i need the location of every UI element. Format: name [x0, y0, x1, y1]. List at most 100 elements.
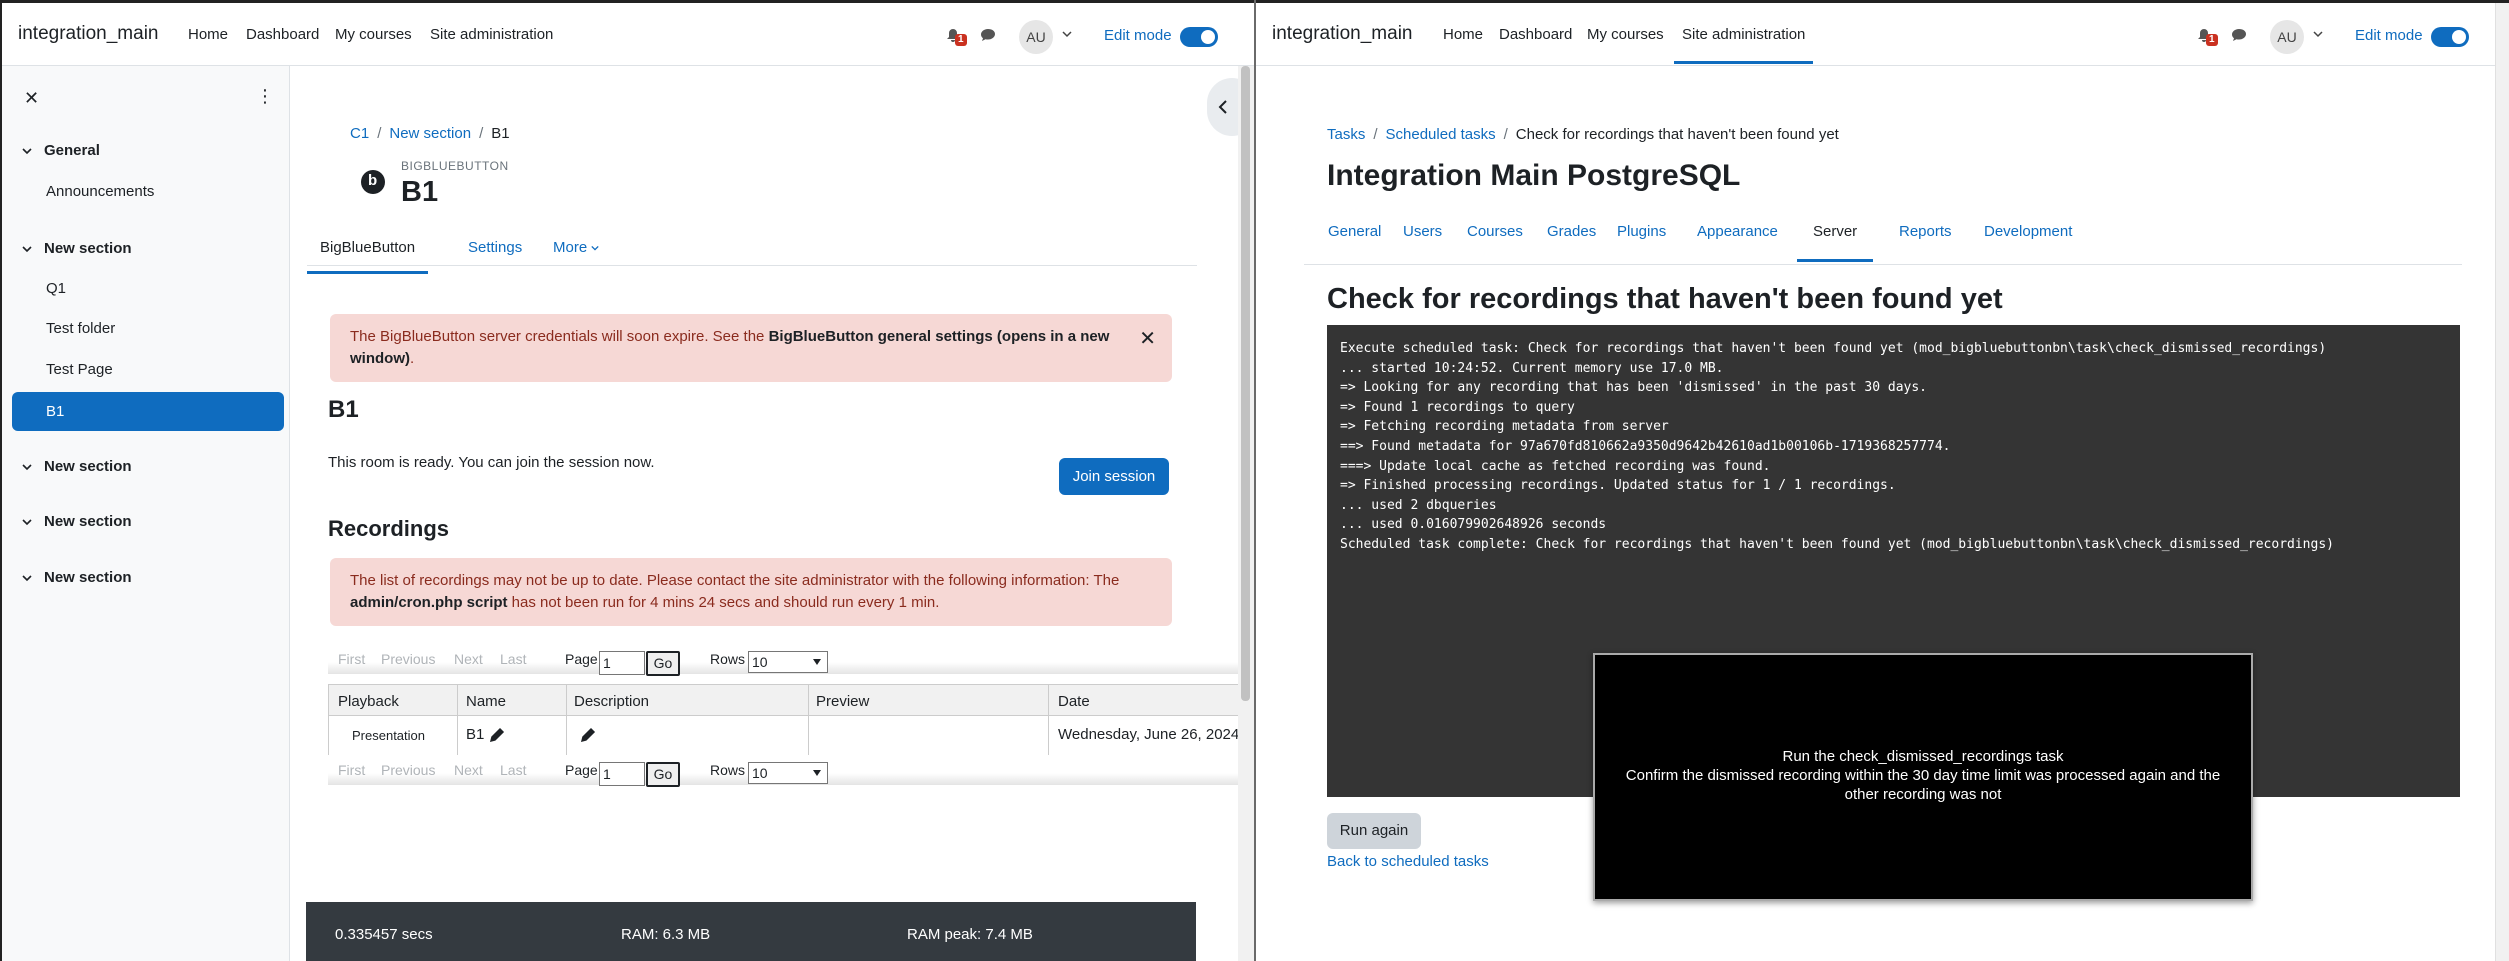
tab-bigbluebutton[interactable]: BigBlueButton	[307, 239, 429, 274]
pager-previous[interactable]: Previous	[381, 651, 435, 667]
tab-development[interactable]: Development	[1984, 223, 2072, 240]
close-drawer-icon[interactable]: ✕	[24, 88, 39, 109]
course-item-announcements[interactable]: Announcements	[46, 183, 154, 200]
go-button[interactable]: Go	[646, 762, 680, 787]
user-avatar[interactable]: AU	[1019, 20, 1053, 54]
footer-ram: RAM: 6.3 MB	[621, 926, 711, 943]
section-title: New section	[44, 569, 132, 586]
course-section-new-4[interactable]: New section	[22, 569, 132, 586]
breadcrumb-scheduled-tasks[interactable]: Scheduled tasks	[1386, 126, 1496, 143]
tab-users[interactable]: Users	[1403, 223, 1442, 240]
rows-per-page-select[interactable]: 10	[748, 762, 828, 784]
top-navbar: integration_main Home Dashboard My cours…	[1256, 3, 2509, 66]
breadcrumb-current: Check for recordings that haven't been f…	[1515, 126, 1839, 143]
messages-icon[interactable]	[980, 28, 996, 42]
nav-site-administration[interactable]: Site administration	[1674, 26, 1814, 64]
breadcrumb-new-section[interactable]: New section	[389, 125, 471, 142]
page-number-input[interactable]: 1	[599, 651, 645, 675]
site-brand[interactable]: integration_main	[18, 23, 158, 45]
tab-server[interactable]: Server	[1797, 223, 1874, 262]
edit-mode-label: Edit mode	[2355, 27, 2423, 44]
column-header-preview[interactable]: Preview	[816, 693, 869, 710]
right-browser-pane: integration_main Home Dashboard My cours…	[1256, 0, 2509, 961]
nav-home[interactable]: Home	[188, 26, 228, 43]
tab-courses[interactable]: Courses	[1467, 223, 1523, 240]
recordings-heading: Recordings	[328, 516, 450, 541]
vertical-scrollbar[interactable]	[1238, 66, 1254, 961]
pager-last[interactable]: Last	[500, 762, 526, 778]
notification-count-badge: 1	[2206, 34, 2218, 46]
tab-appearance[interactable]: Appearance	[1697, 223, 1778, 240]
course-section-new-2[interactable]: New section	[22, 458, 132, 475]
pager-next[interactable]: Next	[454, 651, 483, 667]
run-again-button[interactable]: Run again	[1327, 813, 1421, 849]
course-item-test-folder[interactable]: Test folder	[46, 320, 115, 337]
performance-footer: 0.335457 secs RAM: 6.3 MB RAM peak: 7.4 …	[306, 902, 1196, 961]
table-row-description	[580, 726, 596, 743]
nav-dashboard[interactable]: Dashboard	[1499, 26, 1572, 43]
rows-per-page-select[interactable]: 10	[748, 651, 828, 673]
course-section-new-3[interactable]: New section	[22, 513, 132, 530]
pager-first[interactable]: First	[338, 762, 365, 778]
site-brand[interactable]: integration_main	[1272, 23, 1412, 45]
edit-description-pencil-icon[interactable]	[580, 727, 596, 743]
join-session-button[interactable]: Join session	[1059, 458, 1169, 495]
vertical-scrollbar[interactable]	[2495, 3, 2509, 961]
messages-icon[interactable]	[2231, 28, 2247, 42]
console-line: Execute scheduled task: Check for record…	[1340, 341, 2327, 356]
nav-home[interactable]: Home	[1443, 26, 1483, 43]
chevron-down-icon[interactable]	[1062, 29, 1072, 39]
chevron-down-icon[interactable]	[2313, 29, 2323, 39]
nav-my-courses[interactable]: My courses	[335, 26, 412, 43]
nav-my-courses[interactable]: My courses	[1587, 26, 1664, 43]
course-item-q1[interactable]: Q1	[46, 280, 66, 297]
console-line: ... used 0.016079902648926 seconds	[1340, 517, 1607, 533]
edit-name-pencil-icon[interactable]	[489, 727, 505, 743]
chevron-down-icon	[22, 147, 32, 154]
breadcrumb-tasks[interactable]: Tasks	[1327, 126, 1365, 143]
course-section-new-1[interactable]: New section	[22, 240, 132, 257]
column-header-playback[interactable]: Playback	[338, 693, 399, 710]
console-line: ... started 10:24:52. Current memory use…	[1340, 360, 1724, 376]
pager-previous[interactable]: Previous	[381, 762, 435, 778]
column-header-description[interactable]: Description	[574, 693, 649, 710]
course-index-drawer: ✕ ⋮ General Announcements New section Q1…	[2, 66, 290, 961]
page-label: Page	[565, 651, 598, 667]
tab-more[interactable]: More	[553, 239, 600, 256]
course-item-b1-active[interactable]: B1	[12, 392, 284, 431]
notification-count-badge: 1	[955, 34, 967, 46]
page-title: B1	[401, 176, 439, 208]
main-content: C1/New section/B1 BIGBLUEBUTTON B1 BigBl…	[291, 66, 1254, 961]
nav-site-administration[interactable]: Site administration	[430, 26, 553, 43]
playback-presentation-link[interactable]: Presentation	[352, 728, 425, 743]
column-header-date[interactable]: Date	[1058, 693, 1090, 710]
go-button[interactable]: Go	[646, 651, 680, 676]
pager-next[interactable]: Next	[454, 762, 483, 778]
scrollbar-thumb[interactable]	[1241, 66, 1250, 701]
back-to-scheduled-tasks-link[interactable]: Back to scheduled tasks	[1327, 853, 1489, 870]
close-icon[interactable]: ✕	[1139, 328, 1156, 350]
section-title: New section	[44, 458, 132, 475]
tab-general[interactable]: General	[1328, 223, 1381, 240]
breadcrumb-c1[interactable]: C1	[350, 125, 369, 142]
course-section-general[interactable]: General	[22, 142, 100, 159]
pager-last[interactable]: Last	[500, 651, 526, 667]
page-number-input[interactable]: 1	[599, 762, 645, 786]
admin-tabs: General Users Courses Grades Plugins App…	[1304, 201, 2462, 265]
table-row-date: Wednesday, June 26, 2024	[1058, 726, 1240, 743]
nav-dashboard[interactable]: Dashboard	[246, 26, 319, 43]
recording-name: B1	[466, 726, 485, 743]
edit-mode-toggle[interactable]	[2431, 27, 2469, 47]
user-avatar[interactable]: AU	[2270, 20, 2304, 54]
pager-first[interactable]: First	[338, 651, 365, 667]
tab-plugins[interactable]: Plugins	[1617, 223, 1666, 240]
tab-settings[interactable]: Settings	[468, 239, 522, 256]
tab-grades[interactable]: Grades	[1547, 223, 1596, 240]
column-header-name[interactable]: Name	[466, 693, 506, 710]
drawer-menu-icon[interactable]: ⋮	[256, 86, 274, 107]
course-item-test-page[interactable]: Test Page	[46, 361, 113, 378]
chevron-left-icon	[1218, 100, 1227, 114]
console-line: => Finished processing recordings. Updat…	[1340, 478, 1896, 494]
edit-mode-toggle[interactable]	[1180, 27, 1218, 47]
tab-reports[interactable]: Reports	[1899, 223, 1952, 240]
